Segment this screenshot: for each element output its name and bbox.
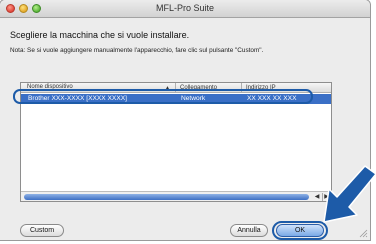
scroll-right-icon[interactable]: ▶ (322, 193, 330, 201)
selected-device-highlight (13, 89, 313, 104)
instruction-note: Nota: Se si vuole aggiungere manualmente… (10, 47, 264, 54)
resize-grip-icon[interactable] (358, 228, 368, 238)
horizontal-scrollbar[interactable]: ◀ ▶ (21, 191, 331, 201)
title-bar[interactable]: MFL-Pro Suite (0, 0, 370, 18)
window-title: MFL-Pro Suite (155, 3, 215, 13)
page-heading: Scegliere la macchina che si vuole insta… (10, 30, 190, 40)
cancel-button[interactable]: Annulla (230, 224, 268, 237)
ok-button-highlight (272, 221, 328, 240)
scroll-left-icon[interactable]: ◀ (313, 193, 321, 201)
custom-button[interactable]: Custom (20, 224, 64, 237)
installer-window: MFL-Pro Suite Scegliere la macchina che … (0, 0, 370, 240)
scrollbar-thumb[interactable] (24, 194, 309, 200)
